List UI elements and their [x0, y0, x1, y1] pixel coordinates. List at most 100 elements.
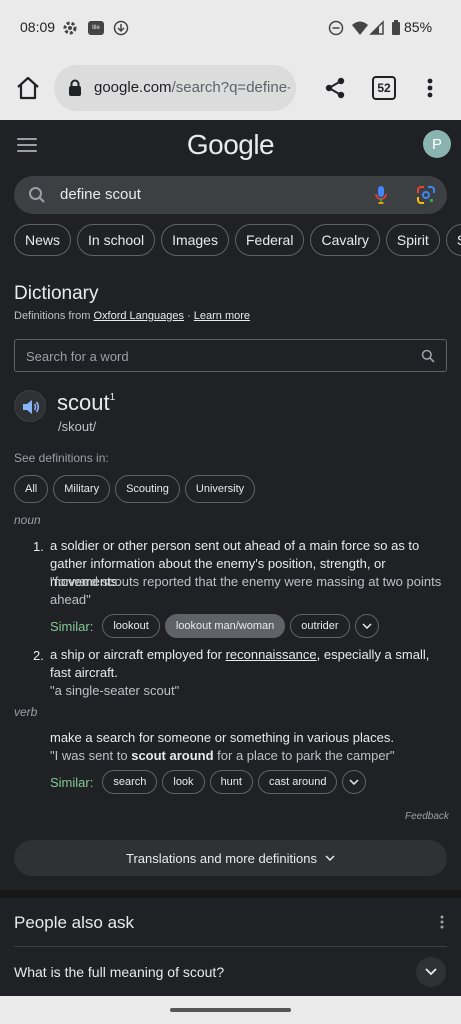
search-icon[interactable]	[421, 349, 435, 363]
people-also-ask-menu-button[interactable]	[438, 914, 446, 930]
definition-text: a ship or aircraft employed for reconnai…	[50, 646, 450, 682]
definition-example: "forward scouts reported that the enemy …	[50, 574, 442, 607]
share-icon	[325, 77, 345, 99]
dictionary-source: Definitions from Oxford Languages · Lear…	[14, 310, 250, 322]
definition-number: 1.	[33, 539, 44, 554]
chevron-down-icon	[425, 968, 437, 976]
dnd-icon	[326, 18, 346, 38]
see-definitions-label: See definitions in:	[14, 451, 109, 465]
feedback-link[interactable]: Feedback	[405, 811, 449, 822]
filter-chips: News In school Images Federal Cavalry Sp…	[14, 224, 461, 256]
dictionary-title: Dictionary	[14, 283, 99, 304]
status-bar: 08:09 tile 85%	[0, 0, 461, 56]
source-separator: ·	[184, 310, 194, 322]
similar-chip-lookout[interactable]: lookout	[102, 614, 160, 638]
source-prefix: Definitions from	[14, 310, 94, 322]
signal-icon	[367, 18, 387, 38]
lens-icon[interactable]	[416, 185, 436, 205]
similar-row: Similar: lookout lookout man/woman outri…	[50, 614, 379, 638]
people-also-ask-title: People also ask	[14, 913, 135, 932]
chip-spirit[interactable]: Spirit	[385, 224, 440, 256]
definition-filter-chips: All Military Scouting University	[14, 475, 256, 503]
status-time: 08:09	[20, 19, 56, 35]
expand-question-button[interactable]	[416, 957, 446, 987]
url-text: google.com/search?q=define-	[94, 79, 290, 96]
word-search-placeholder: Search for a word	[26, 349, 129, 364]
similar-chip-cast-around[interactable]: cast around	[257, 770, 338, 794]
definition-text: make a search for someone or something i…	[50, 730, 394, 745]
search-icon	[29, 187, 45, 203]
chip-federal[interactable]: Federal	[234, 224, 305, 256]
example-part: for a place to park the camper"	[213, 748, 395, 763]
phonetic: /skout/	[58, 419, 97, 434]
lock-icon	[69, 79, 81, 96]
oxford-languages-link[interactable]: Oxford Languages	[93, 310, 184, 322]
tile-badge: tile	[88, 21, 104, 35]
definition-example: "a single-seater scout"	[50, 683, 180, 698]
battery-percent: 85%	[404, 19, 433, 35]
definition-text-part: a ship or aircraft employed for	[50, 647, 226, 662]
avatar[interactable]: P	[423, 130, 451, 158]
chevron-down-icon	[349, 779, 359, 785]
chip-news[interactable]: News	[14, 224, 72, 256]
share-button[interactable]	[320, 72, 350, 104]
more-menu-button[interactable]	[420, 72, 440, 104]
similar-label: Similar:	[50, 618, 94, 634]
home-button[interactable]	[12, 72, 44, 104]
similar-chip-look[interactable]: look	[162, 770, 205, 794]
translations-button[interactable]: Translations and more definitions	[14, 840, 447, 876]
reconnaissance-link[interactable]: reconnaissance	[226, 647, 317, 662]
expand-similar-button[interactable]	[342, 770, 367, 794]
pronunciation-button[interactable]	[14, 390, 46, 422]
url-bar[interactable]: google.com/search?q=define-	[54, 65, 296, 111]
gesture-handle[interactable]	[170, 1008, 291, 1012]
similar-label: Similar:	[50, 774, 94, 790]
system-nav-bar	[0, 996, 461, 1024]
learn-more-link[interactable]: Learn more	[194, 310, 250, 322]
search-box[interactable]: define scout	[14, 176, 447, 214]
definition-example: "I was sent to scout around for a place …	[50, 747, 450, 765]
browser-toolbar: google.com/search?q=define- 52	[0, 56, 461, 120]
def-chip-scouting[interactable]: Scouting	[115, 475, 180, 503]
headword-number: 1	[109, 392, 116, 403]
tile-app-icon: tile	[86, 18, 106, 38]
related-question[interactable]: What is the full meaning of scout?	[14, 964, 224, 980]
tab-switcher-button[interactable]: 52	[372, 76, 396, 100]
battery-icon	[386, 18, 406, 38]
headword: scout1	[57, 390, 115, 416]
chip-in-school[interactable]: In school	[77, 224, 156, 256]
more-vert-icon	[427, 78, 433, 98]
chevron-down-icon	[325, 855, 335, 861]
more-vert-icon	[440, 915, 444, 929]
example-part: "I was sent to	[50, 748, 132, 763]
search-input[interactable]: define scout	[60, 186, 141, 203]
chip-cavalry[interactable]: Cavalry	[310, 224, 380, 256]
similar-row: Similar: search look hunt cast around	[50, 770, 367, 794]
divider	[14, 946, 447, 947]
home-icon	[17, 76, 39, 100]
verb-label: verb	[14, 705, 38, 719]
chevron-down-icon	[362, 623, 372, 629]
expand-similar-button[interactable]	[354, 614, 379, 638]
def-chip-military[interactable]: Military	[53, 475, 111, 503]
google-logo[interactable]: Google	[0, 129, 461, 161]
def-chip-university[interactable]: University	[184, 475, 256, 503]
settings-icon	[60, 18, 80, 38]
similar-chip-lookout-man-woman[interactable]: lookout man/woman	[164, 614, 286, 638]
section-divider	[0, 890, 461, 898]
word-search-field[interactable]: Search for a word	[14, 339, 447, 372]
url-host: google.com	[94, 79, 172, 96]
definition-number: 2.	[33, 648, 44, 663]
translations-button-label: Translations and more definitions	[125, 850, 317, 866]
similar-chip-search[interactable]: search	[102, 770, 158, 794]
mic-icon[interactable]	[374, 185, 388, 205]
chip-images[interactable]: Images	[161, 224, 229, 256]
headword-text: scout	[57, 390, 110, 415]
similar-chip-outrider[interactable]: outrider	[290, 614, 350, 638]
speaker-icon	[23, 400, 40, 414]
chip-shop[interactable]: Shop	[445, 224, 461, 256]
def-chip-all[interactable]: All	[14, 475, 49, 503]
similar-chip-hunt[interactable]: hunt	[209, 770, 253, 794]
noun-label: noun	[14, 513, 41, 527]
download-icon	[111, 18, 131, 38]
